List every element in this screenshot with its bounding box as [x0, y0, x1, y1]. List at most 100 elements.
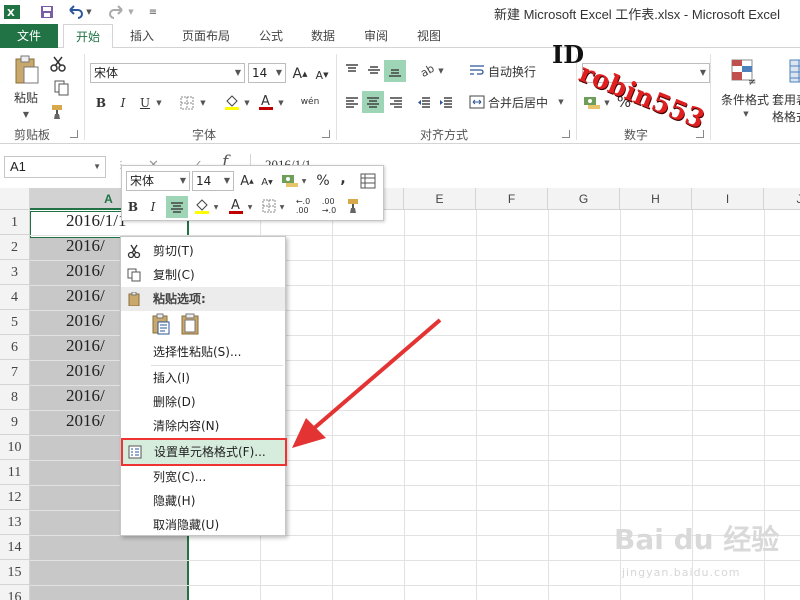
- undo-icon[interactable]: [66, 3, 84, 21]
- column-header-j[interactable]: J: [764, 188, 800, 210]
- row-header-11[interactable]: 11: [0, 460, 30, 485]
- conditional-dropdown-icon[interactable]: ▼: [740, 108, 752, 120]
- orientation-dropdown-icon[interactable]: ▼: [436, 64, 446, 78]
- mini-accounting-icon[interactable]: [280, 171, 300, 189]
- font-color-dropdown-icon[interactable]: ▼: [276, 96, 286, 110]
- menu-item-column-width[interactable]: 列宽(C)...: [121, 465, 285, 489]
- row-header-5[interactable]: 5: [0, 310, 30, 335]
- redo-icon[interactable]: [108, 3, 126, 21]
- conditional-formatting-button[interactable]: 条件格式: [716, 90, 774, 108]
- row-header-10[interactable]: 10: [0, 435, 30, 460]
- phonetic-guide-button[interactable]: wén: [298, 92, 322, 112]
- wrap-text-button[interactable]: 自动换行: [488, 62, 544, 80]
- menu-item-cut[interactable]: 剪切(T): [121, 239, 285, 263]
- tab-view[interactable]: 视图: [408, 24, 450, 48]
- mini-comma-button[interactable]: ,: [336, 169, 350, 189]
- tab-data[interactable]: 数据: [302, 24, 344, 48]
- menu-item-hide[interactable]: 隐藏(H): [121, 489, 285, 513]
- fill-color-icon[interactable]: [222, 92, 242, 112]
- tab-file[interactable]: 文件: [0, 24, 58, 48]
- paste-button[interactable]: 粘贴: [6, 88, 46, 106]
- bold-button[interactable]: B: [94, 94, 108, 112]
- font-dialog-launcher[interactable]: [322, 130, 330, 138]
- menu-item-unhide[interactable]: 取消隐藏(U): [121, 513, 285, 537]
- format-as-table-button[interactable]: 套用表格格式: [772, 90, 800, 126]
- mini-italic-button[interactable]: I: [146, 197, 160, 217]
- paste-keep-formatting-icon[interactable]: [151, 313, 175, 337]
- select-all-corner[interactable]: [0, 188, 30, 210]
- column-header-i[interactable]: I: [692, 188, 764, 210]
- shrink-font-icon[interactable]: A ▼: [312, 66, 332, 84]
- save-icon[interactable]: [38, 3, 56, 21]
- paste-dropdown-icon[interactable]: ▼: [16, 108, 36, 120]
- decrease-indent-icon[interactable]: [414, 92, 434, 112]
- align-center-icon[interactable]: [362, 91, 384, 113]
- align-top-icon[interactable]: [342, 60, 362, 80]
- column-header-e[interactable]: E: [404, 188, 476, 210]
- row-header-7[interactable]: 7: [0, 360, 30, 385]
- underline-button[interactable]: U: [138, 94, 152, 112]
- copy-icon[interactable]: [48, 78, 76, 98]
- merge-center-icon[interactable]: [468, 93, 486, 111]
- menu-item-paste-special[interactable]: 选择性粘贴(S)...: [121, 340, 285, 364]
- chevron-down-icon[interactable]: ▼: [697, 64, 709, 82]
- column-header-g[interactable]: G: [548, 188, 620, 210]
- tab-insert[interactable]: 插入: [120, 24, 164, 48]
- undo-dropdown-icon[interactable]: ▼: [84, 3, 94, 21]
- cut-icon[interactable]: [48, 54, 68, 74]
- mini-format-cells-icon[interactable]: [358, 171, 378, 191]
- row-header-8[interactable]: 8: [0, 385, 30, 410]
- grow-font-icon[interactable]: A ▲: [290, 64, 310, 84]
- mini-shrink-font-icon[interactable]: A ▼: [258, 174, 276, 190]
- tab-formulas[interactable]: 公式: [250, 24, 292, 48]
- chevron-down-icon[interactable]: ▼: [273, 64, 285, 82]
- row-header-3[interactable]: 3: [0, 260, 30, 285]
- mini-grow-font-icon[interactable]: A ▲: [238, 172, 256, 190]
- merge-center-button[interactable]: 合并后居中: [488, 93, 554, 111]
- mini-bold-button[interactable]: B: [126, 197, 140, 217]
- column-header-h[interactable]: H: [620, 188, 692, 210]
- font-color-icon[interactable]: A: [256, 92, 276, 112]
- chevron-down-icon[interactable]: ▼: [221, 172, 233, 190]
- tab-page-layout[interactable]: 页面布局: [172, 24, 240, 48]
- italic-button[interactable]: I: [116, 94, 130, 112]
- tab-review[interactable]: 审阅: [355, 24, 397, 48]
- format-painter-icon[interactable]: [48, 102, 68, 122]
- align-middle-icon[interactable]: [364, 60, 384, 80]
- mini-percent-button[interactable]: %: [314, 171, 332, 191]
- row-header-13[interactable]: 13: [0, 510, 30, 535]
- mini-accounting-dropdown-icon[interactable]: ▼: [300, 174, 308, 188]
- row-header-12[interactable]: 12: [0, 485, 30, 510]
- font-name-combo[interactable]: 宋体 ▼: [90, 63, 245, 83]
- tab-home[interactable]: 开始: [63, 24, 113, 49]
- customize-qat-icon[interactable]: ≡: [144, 3, 162, 21]
- row-header-16[interactable]: 16: [0, 585, 30, 600]
- merge-dropdown-icon[interactable]: ▼: [556, 95, 566, 109]
- alignment-dialog-launcher[interactable]: [562, 130, 570, 138]
- format-as-table-icon[interactable]: [786, 56, 800, 88]
- chevron-down-icon[interactable]: ▼: [177, 172, 189, 190]
- conditional-formatting-icon[interactable]: ≠: [728, 56, 760, 88]
- orientation-icon[interactable]: ab: [416, 60, 436, 80]
- chevron-down-icon[interactable]: ▼: [93, 157, 101, 177]
- redo-dropdown-icon[interactable]: ▼: [126, 3, 136, 21]
- menu-item-copy[interactable]: 复制(C): [121, 263, 285, 287]
- align-bottom-icon[interactable]: [384, 60, 406, 82]
- mini-fill-color-icon[interactable]: [192, 196, 212, 216]
- mini-increase-decimal-icon[interactable]: ←.0.00: [292, 196, 314, 216]
- chevron-down-icon[interactable]: ▼: [232, 64, 244, 82]
- menu-item-format-cells[interactable]: 设置单元格格式(F)...: [121, 438, 287, 466]
- mini-center-icon[interactable]: [166, 196, 188, 218]
- column-header-f[interactable]: F: [476, 188, 548, 210]
- mini-fill-dropdown-icon[interactable]: ▼: [212, 200, 220, 214]
- mini-font-size-combo[interactable]: 14 ▼: [192, 171, 234, 191]
- mini-font-color-dropdown-icon[interactable]: ▼: [246, 200, 254, 214]
- borders-icon[interactable]: [178, 94, 196, 112]
- mini-borders-icon[interactable]: [260, 197, 278, 215]
- wrap-text-icon[interactable]: [468, 62, 486, 80]
- fill-dropdown-icon[interactable]: ▼: [242, 96, 252, 110]
- font-size-combo[interactable]: 14 ▼: [248, 63, 286, 83]
- paste-values-icon[interactable]: [179, 313, 203, 337]
- mini-font-color-icon[interactable]: A: [226, 196, 246, 216]
- row-header-4[interactable]: 4: [0, 285, 30, 310]
